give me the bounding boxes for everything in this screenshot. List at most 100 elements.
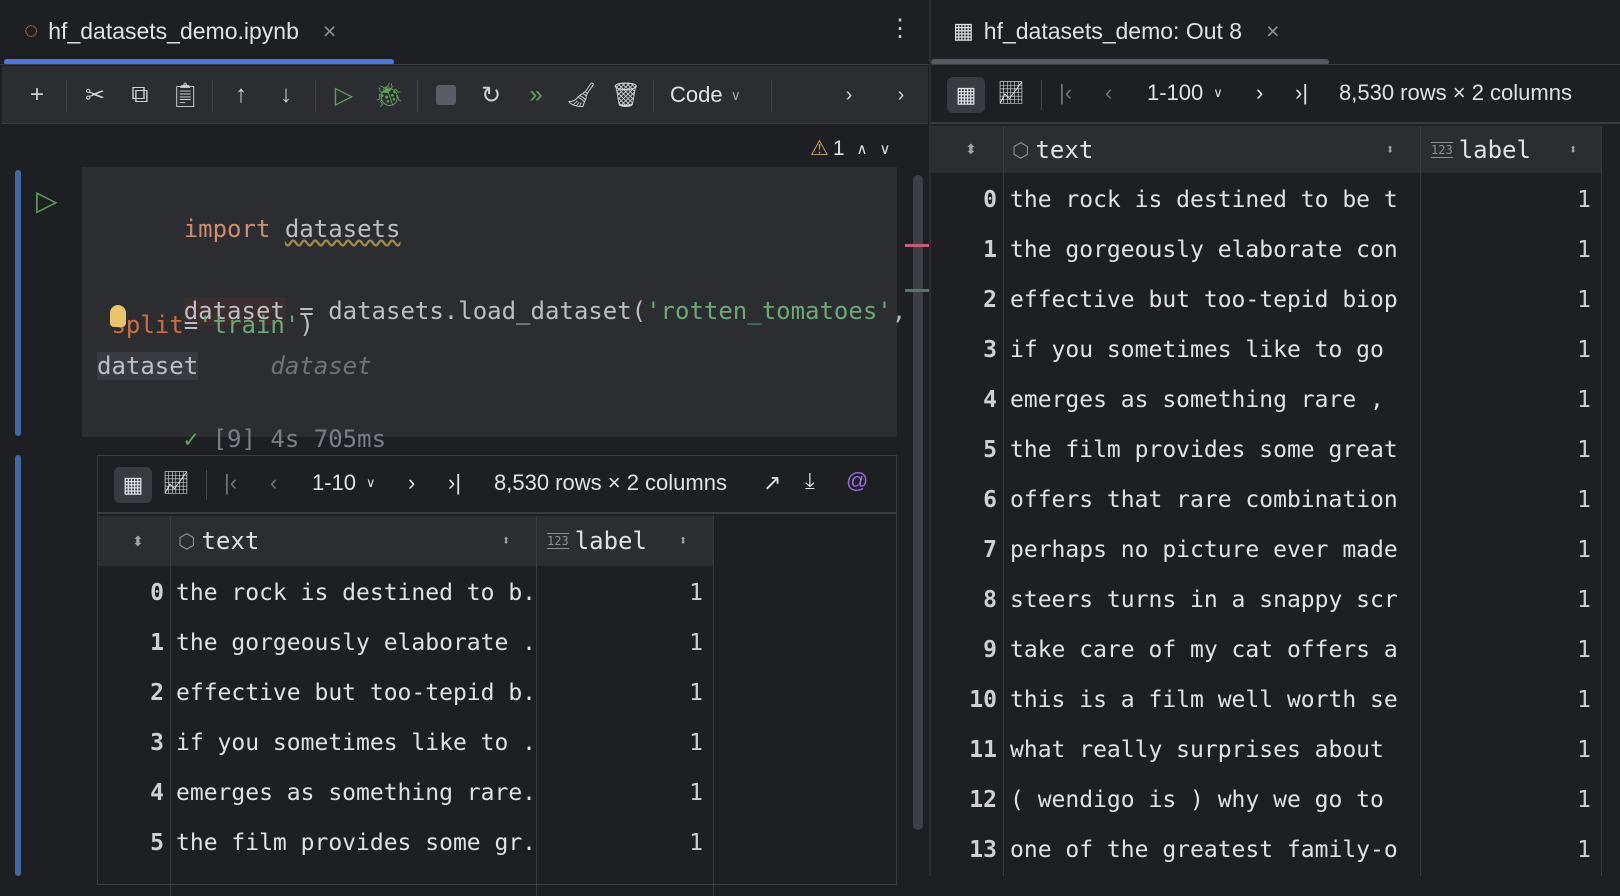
chevron-right-icon[interactable]: ›	[834, 80, 864, 110]
variable-dataset: dataset	[97, 352, 199, 380]
more-options-icon[interactable]: ⋮	[888, 14, 912, 43]
row-index: 1	[983, 237, 997, 263]
column-header-text[interactable]: ⬡ text ⬍	[1004, 126, 1420, 173]
delete-cell-icon[interactable]: 🗑︎	[611, 80, 641, 110]
output-tab[interactable]: ▦ hf_datasets_demo: Out 8 ×	[953, 12, 1280, 50]
copy-icon[interactable]: ⧉	[125, 80, 155, 110]
page-range-select[interactable]: 1-100 ∨	[1147, 80, 1223, 106]
module-name: datasets	[284, 215, 401, 243]
row-index: 10	[969, 687, 997, 713]
next-page-icon[interactable]: ›	[408, 470, 415, 496]
separator	[771, 80, 772, 112]
text-cell: perhaps no picture ever made	[1010, 537, 1398, 563]
index-column-header[interactable]: ⬍	[931, 126, 1003, 173]
warning-icon: ⚠	[810, 137, 829, 160]
page-range-select[interactable]: 1-10 ∨	[312, 470, 376, 496]
text-cell: offers that rare combination	[1010, 487, 1398, 513]
clear-outputs-icon[interactable]: 🧹︎	[566, 80, 596, 110]
first-page-icon[interactable]: |‹	[1059, 80, 1072, 106]
chevron-down-icon: ∨	[366, 475, 376, 490]
success-check-icon: ✓	[183, 425, 199, 453]
label-cell: 1	[1577, 587, 1591, 613]
sort-icon[interactable]: ⬍	[1386, 142, 1394, 158]
sort-icon[interactable]: ⬍	[502, 533, 510, 549]
inline-dataframe: ▦ 📈︎ |‹ ‹ 1-10 ∨ › ›| 8,530 rows × 2 col…	[97, 455, 897, 896]
separator	[1041, 80, 1042, 110]
cell-type-select[interactable]: Code ∨	[670, 82, 741, 108]
cell-type-label: Code	[670, 82, 723, 107]
previous-page-icon[interactable]: ‹	[270, 470, 277, 496]
code-cell[interactable]: import datasets dataset = datasets.load_…	[82, 167, 906, 453]
move-down-icon[interactable]: ↓	[271, 80, 301, 110]
separator	[66, 80, 67, 112]
run-all-icon[interactable]: »	[521, 80, 551, 110]
ai-assistant-icon[interactable]: @	[846, 468, 868, 494]
next-page-icon[interactable]: ›	[1256, 80, 1263, 106]
label-cell: 1	[689, 830, 703, 856]
debug-icon[interactable]: 🐞︎	[374, 80, 404, 110]
row-index: 7	[983, 537, 997, 563]
stop-icon[interactable]	[431, 80, 461, 110]
close-icon[interactable]: ×	[323, 18, 336, 45]
column-divider	[713, 516, 714, 896]
run-cell-icon[interactable]: ▷	[329, 80, 359, 110]
column-header-label[interactable]: 123 label ⬍	[537, 516, 713, 566]
lightbulb-icon[interactable]	[110, 305, 126, 327]
chart-view-icon[interactable]: 📈︎	[997, 80, 1025, 106]
text-cell: if you sometimes like to go	[1010, 337, 1384, 363]
download-icon[interactable]: ⤓	[805, 468, 815, 494]
close-icon[interactable]: ×	[1266, 18, 1279, 45]
sort-icon[interactable]: ⬍	[1569, 142, 1577, 158]
code-punct: ,	[891, 297, 907, 325]
text-cell: the rock is destined to be t	[1010, 187, 1398, 213]
sort-icon[interactable]: ⬍	[965, 141, 977, 158]
label-cell: 1	[689, 680, 703, 706]
previous-issue-icon[interactable]: ∧	[857, 140, 868, 158]
column-header-text[interactable]: ⬡ text ⬍	[170, 516, 536, 566]
sort-icon[interactable]: ⬍	[132, 533, 144, 550]
restart-icon[interactable]: ↻	[476, 80, 506, 110]
paste-icon[interactable]: 📋︎	[170, 80, 200, 110]
text-cell: one of the greatest family-o	[1010, 837, 1398, 863]
label-cell: 1	[689, 630, 703, 656]
run-cell-gutter-icon[interactable]: ▷	[36, 184, 58, 217]
next-issue-icon[interactable]: ∨	[880, 140, 891, 158]
open-in-tab-icon[interactable]: ↗	[763, 470, 781, 496]
table-view-icon[interactable]: ▦	[947, 77, 985, 113]
text-cell: emerges as something rare ,	[1010, 387, 1384, 413]
table-summary: 8,530 rows × 2 columns	[1339, 80, 1572, 105]
last-page-icon[interactable]: ›|	[448, 470, 461, 496]
first-page-icon[interactable]: |‹	[224, 470, 237, 496]
label-cell: 1	[1577, 487, 1591, 513]
inspection-widget[interactable]: ⚠ 1 ∧ ∨	[810, 136, 890, 161]
inlay-hint: dataset	[270, 352, 372, 380]
chart-view-icon[interactable]: 📈︎	[162, 470, 190, 496]
editor-scrollbar[interactable]	[913, 175, 923, 830]
notebook-tab[interactable]: ◌ hf_datasets_demo.ipynb ×	[24, 12, 336, 50]
label-cell: 1	[1577, 187, 1591, 213]
row-index: 2	[150, 680, 164, 706]
cut-icon[interactable]: ✂	[80, 80, 110, 110]
text-cell: the film provides some gr.	[176, 830, 536, 856]
label-cell: 1	[1577, 437, 1591, 463]
add-cell-icon[interactable]: +	[22, 80, 52, 110]
numeric-type-icon: 123	[547, 533, 569, 549]
row-index: 5	[150, 830, 164, 856]
text-cell: steers turns in a snappy scr	[1010, 587, 1398, 613]
index-column-header[interactable]: ⬍	[98, 516, 170, 566]
label-cell: 1	[1577, 837, 1591, 863]
previous-page-icon[interactable]: ‹	[1105, 80, 1112, 106]
table-view-icon[interactable]: ▦	[114, 467, 152, 503]
row-index: 13	[969, 837, 997, 863]
output-selection-bar	[15, 455, 21, 876]
chevron-down-icon: ∨	[730, 86, 741, 103]
move-up-icon[interactable]: ↑	[226, 80, 256, 110]
output-tab-title: hf_datasets_demo: Out 8	[983, 17, 1243, 44]
chevron-right-icon[interactable]: ›	[886, 80, 916, 110]
last-page-icon[interactable]: ›|	[1295, 80, 1308, 106]
column-header-label[interactable]: 123 label ⬍	[1421, 126, 1601, 173]
sort-icon[interactable]: ⬍	[679, 533, 687, 549]
warning-count: 1	[832, 136, 845, 160]
text-cell: emerges as something rare.	[176, 780, 536, 806]
row-index: 3	[983, 337, 997, 363]
